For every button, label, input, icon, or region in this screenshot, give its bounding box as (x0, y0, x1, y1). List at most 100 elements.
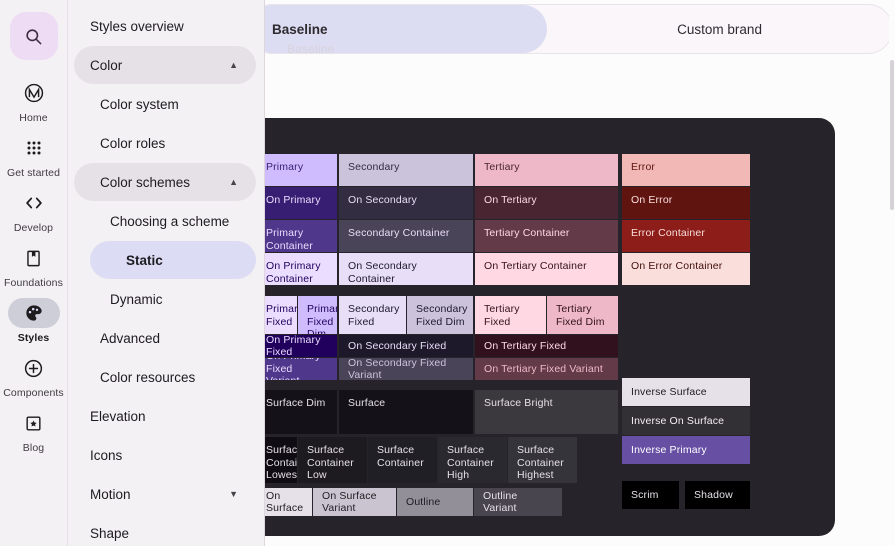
swatch-label: Secondary Fixed (348, 303, 400, 328)
rail-item-develop[interactable]: Develop (2, 184, 66, 234)
color-swatch-inverse-primary[interactable]: Inverse Primary (622, 436, 750, 464)
color-swatch-on-secondary[interactable]: On Secondary (339, 187, 473, 219)
nav-item-icons[interactable]: Icons (74, 436, 256, 474)
color-swatch-on-tertiary-fixed-variant[interactable]: On Tertiary Fixed Variant (475, 358, 618, 380)
swatch-label: On Secondary (348, 194, 417, 206)
swatch-label: On Primary Fixed (266, 335, 321, 357)
chevron-up-icon[interactable]: ▲ (229, 60, 238, 70)
color-swatch-on-primary-container[interactable]: On Primary Container (257, 253, 337, 285)
color-swatch-on-error[interactable]: On Error (622, 187, 750, 219)
star-square-icon (8, 408, 60, 438)
color-swatch-surface-container-highest[interactable]: Surface Container Highest (508, 437, 577, 483)
chevron-up-icon[interactable]: ▲ (229, 177, 238, 187)
swatch-label: Surface Bright (484, 397, 553, 409)
color-swatch-surface-container-high[interactable]: Surface Container High (438, 437, 507, 483)
swatch-label: Surface Container (377, 444, 424, 469)
rail-item-home[interactable]: Home (2, 74, 66, 124)
color-swatch-on-secondary-fixed-variant[interactable]: On Secondary Fixed Variant (339, 358, 473, 380)
swatch-label: Outline (406, 495, 441, 508)
rail-item-get-started[interactable]: Get started (2, 129, 66, 179)
color-swatch-primary-fixed-dim[interactable]: Primary Fixed Dim (298, 296, 337, 334)
color-swatch-tertiary-container[interactable]: Tertiary Container (475, 220, 618, 252)
color-swatch-outline-variant[interactable]: Outline Variant (474, 488, 562, 516)
color-swatch-on-primary-fixed-variant[interactable]: On Primary Fixed Variant (257, 358, 337, 380)
color-swatch-surface-dim[interactable]: Surface Dim (257, 390, 337, 434)
rail-item-label: Blog (22, 442, 45, 454)
swatch-label: On Tertiary Fixed Variant (484, 362, 603, 375)
tab-custom-brand[interactable]: Custom brand (547, 5, 892, 53)
color-swatch-scrim[interactable]: Scrim (622, 481, 679, 509)
color-swatch-error-container[interactable]: Error Container (622, 220, 750, 252)
nav-item-advanced[interactable]: Advanced (74, 319, 256, 357)
swatch-label: Secondary (348, 161, 400, 173)
color-swatch-tertiary-fixed-dim[interactable]: Tertiary Fixed Dim (547, 296, 618, 334)
rail-item-foundations[interactable]: Foundations (2, 239, 66, 289)
swatch-label: Error (631, 161, 656, 173)
color-swatch-inverse-on-surface[interactable]: Inverse On Surface (622, 407, 750, 435)
color-swatch-on-tertiary-fixed[interactable]: On Tertiary Fixed (475, 335, 618, 357)
swatch-label: Inverse On Surface (631, 414, 725, 427)
color-swatch-on-error-container[interactable]: On Error Container (622, 253, 750, 285)
nav-item-shape[interactable]: Shape (74, 514, 256, 546)
rail-item-blog[interactable]: Blog (2, 404, 66, 454)
color-swatch-on-secondary-fixed[interactable]: On Secondary Fixed (339, 335, 473, 357)
color-swatch-secondary[interactable]: Secondary (339, 154, 473, 186)
color-swatch-tertiary[interactable]: Tertiary (475, 154, 618, 186)
nav-item-color-roles[interactable]: Color roles (74, 124, 256, 162)
nav-item-dynamic[interactable]: Dynamic (74, 280, 256, 318)
color-swatch-surface-bright[interactable]: Surface Bright (475, 390, 618, 434)
rail-item-styles[interactable]: Styles (2, 294, 66, 344)
color-swatch-surface[interactable]: Surface (339, 390, 473, 434)
swatch-label: Secondary Container (348, 227, 450, 239)
color-swatch-shadow[interactable]: Shadow (685, 481, 750, 509)
color-swatch-primary-container[interactable]: Primary Container (257, 220, 337, 252)
nav-item-color-schemes[interactable]: Color schemes ▲ (74, 163, 256, 201)
swatch-label: Primary Container (266, 227, 313, 252)
nav-item-color-resources[interactable]: Color resources (74, 358, 256, 396)
nav-item-color-system[interactable]: Color system (74, 85, 256, 123)
swatch-label: Surface (348, 397, 386, 409)
color-swatch-on-primary[interactable]: On Primary (257, 187, 337, 219)
nav-item-elevation[interactable]: Elevation (74, 397, 256, 435)
color-swatch-on-secondary-container[interactable]: On Secondary Container (339, 253, 473, 285)
material-logo-icon (8, 78, 60, 108)
swatch-label: Surface Container Lowest (266, 444, 297, 481)
color-swatch-secondary-fixed-dim[interactable]: Secondary Fixed Dim (407, 296, 473, 334)
nav-item-choosing-a-scheme[interactable]: Choosing a scheme (74, 202, 256, 240)
rail-item-label: Components (3, 387, 64, 399)
nav-item-color[interactable]: Color ▲ (74, 46, 256, 84)
bookmark-page-icon (8, 243, 60, 273)
swatch-label: Surface Container Low (307, 444, 354, 481)
color-swatch-tertiary-fixed[interactable]: Tertiary Fixed (475, 296, 546, 334)
nav-item-label: Dynamic (110, 291, 163, 307)
swatch-label: Primary Fixed Dim (307, 303, 337, 334)
color-swatch-inverse-surface[interactable]: Inverse Surface (622, 378, 750, 406)
primary-rail: Home Get started Develop Foundations Styles C… (0, 0, 68, 546)
color-swatch-error[interactable]: Error (622, 154, 750, 186)
rail-item-components[interactable]: Components (2, 349, 66, 399)
nav-item-static[interactable]: Static (90, 241, 256, 279)
search-icon-button[interactable] (9, 12, 58, 60)
color-swatch-on-primary-fixed[interactable]: On Primary Fixed (257, 335, 337, 357)
swatch-label: Tertiary Fixed Dim (556, 303, 605, 328)
swatch-label: Secondary Fixed Dim (416, 303, 468, 328)
color-swatch-on-tertiary-container[interactable]: On Tertiary Container (475, 253, 618, 285)
color-swatch-surface-container-low[interactable]: Surface Container Low (298, 437, 367, 483)
color-swatch-secondary-fixed[interactable]: Secondary Fixed (339, 296, 406, 334)
nav-item-motion[interactable]: Motion ▼ (74, 475, 256, 513)
swatch-label: On Primary (266, 194, 321, 206)
swatch-label: Surface Container Highest (517, 444, 564, 481)
nav-item-styles-overview[interactable]: Styles overview (74, 7, 256, 45)
color-swatch-secondary-container[interactable]: Secondary Container (339, 220, 473, 252)
color-swatch-outline[interactable]: Outline (397, 488, 473, 516)
color-swatch-on-surface[interactable]: On Surface (257, 488, 312, 516)
page-scrollbar[interactable] (889, 0, 895, 546)
color-swatch-primary[interactable]: Primary (257, 154, 337, 186)
swatch-label: Primary (266, 161, 304, 173)
color-swatch-on-surface-variant[interactable]: On Surface Variant (313, 488, 396, 516)
swatch-label: Tertiary (484, 161, 520, 173)
chevron-down-icon[interactable]: ▼ (229, 489, 238, 499)
color-swatch-surface-container[interactable]: Surface Container (368, 437, 437, 483)
color-swatch-on-tertiary[interactable]: On Tertiary (475, 187, 618, 219)
dark-scheme-panel: Primary Secondary Tertiary Error On Primary O… (257, 118, 835, 536)
